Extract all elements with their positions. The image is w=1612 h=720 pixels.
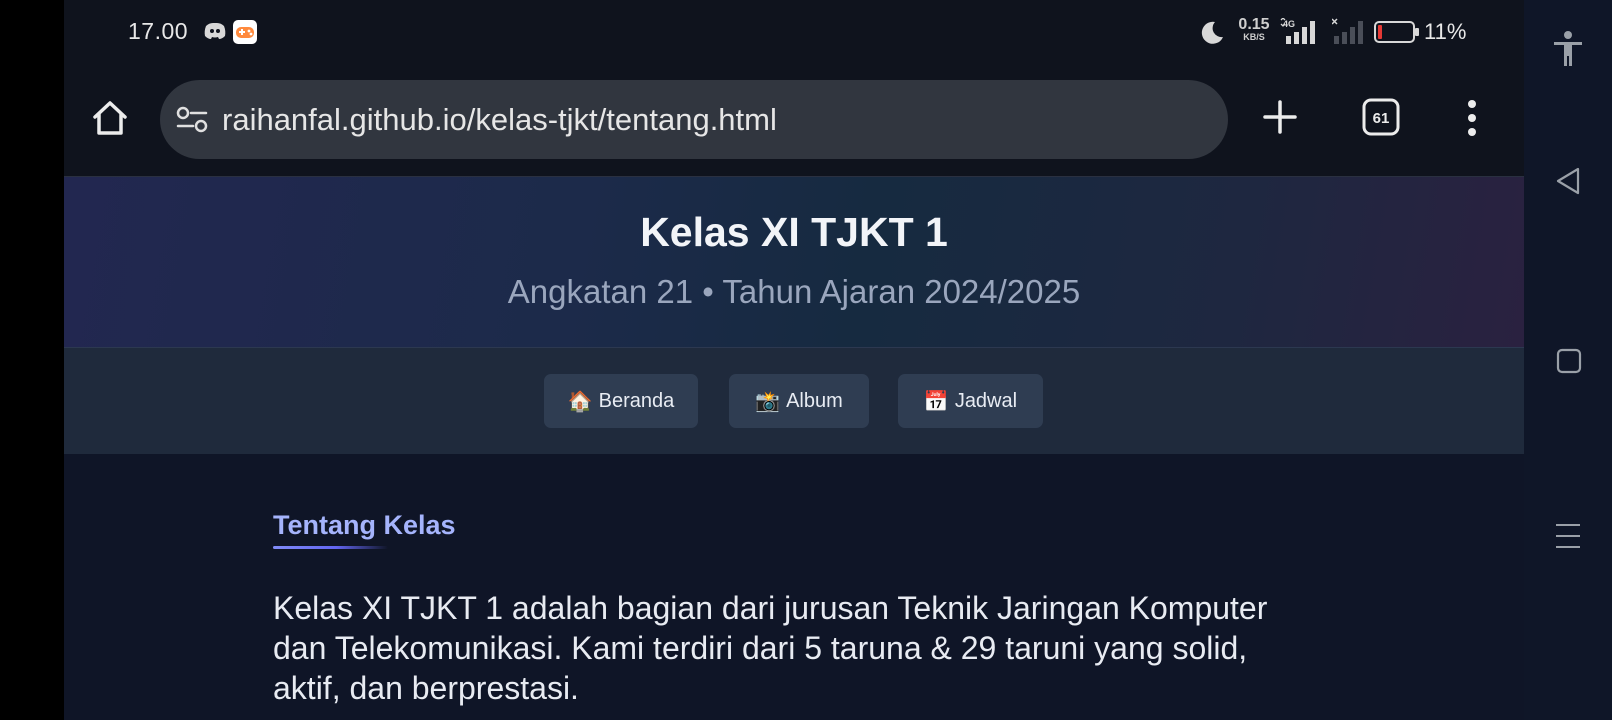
nav-album-button[interactable]: 📸 Album [729, 374, 869, 428]
more-menu-icon[interactable] [1466, 98, 1478, 143]
calendar-emoji-icon: 📅 [923, 390, 949, 413]
signal-4g-icon: 4G [1280, 17, 1324, 51]
recents-icon[interactable] [1556, 348, 1582, 379]
new-tab-icon[interactable] [1262, 99, 1298, 140]
section-title: Tentang Kelas [273, 510, 456, 540]
tab-count: 61 [1373, 110, 1390, 127]
accessibility-icon[interactable] [1552, 30, 1584, 73]
system-navigation-bar [1524, 0, 1612, 720]
status-time: 17.00 [128, 18, 189, 44]
network-speed: 0.15 KB/S [1236, 17, 1272, 42]
page-subtitle: Angkatan 21 • Tahun Ajaran 2024/2025 [507, 273, 1081, 310]
home-icon[interactable] [90, 98, 130, 143]
site-settings-icon[interactable] [176, 106, 208, 139]
signal-no-service-icon [1331, 18, 1368, 51]
menu-icon[interactable] [1554, 522, 1582, 555]
nav-beranda-button[interactable]: 🏠 Beranda [544, 374, 698, 428]
url-text[interactable]: raihanfal.github.io/kelas-tjkt/tentang.h… [222, 102, 777, 138]
nav-album-label: Album [786, 389, 843, 412]
network-speed-value: 0.15 [1238, 16, 1270, 33]
status-bar: 17.00 0.15 KB/S 4G 11% [64, 0, 1524, 66]
main-content: Tentang Kelas Kelas XI TJKT 1 adalah bag… [64, 454, 1524, 720]
game-app-icon [232, 19, 258, 50]
tab-switcher-icon[interactable]: 61 [1362, 98, 1400, 141]
nav-beranda-label: Beranda [598, 389, 675, 412]
section-title-underline [273, 546, 388, 549]
left-black-bezel [0, 0, 64, 720]
address-bar[interactable]: raihanfal.github.io/kelas-tjkt/tentang.h… [160, 80, 1228, 159]
battery-icon [1374, 20, 1420, 49]
page-header: Kelas XI TJKT 1 Angkatan 21 • Tahun Ajar… [64, 177, 1524, 348]
page-title: Kelas XI TJKT 1 [640, 209, 948, 255]
phone-screen: 17.00 0.15 KB/S 4G 11% raihanfal.github.… [64, 0, 1524, 720]
house-emoji-icon: 🏠 [567, 390, 593, 413]
browser-toolbar: raihanfal.github.io/kelas-tjkt/tentang.h… [64, 66, 1524, 177]
nav-jadwal-label: Jadwal [954, 389, 1018, 412]
nav-jadwal-button[interactable]: 📅 Jadwal [898, 374, 1043, 428]
back-icon[interactable] [1554, 166, 1582, 201]
battery-percent: 11% [1424, 19, 1467, 44]
site-nav: 🏠 Beranda 📸 Album 📅 Jadwal [64, 348, 1524, 454]
network-speed-unit: KB/S [1243, 32, 1265, 42]
about-paragraph: Kelas XI TJKT 1 adalah bagian dari jurus… [273, 590, 1268, 706]
discord-icon [203, 21, 227, 46]
camera-emoji-icon: 📸 [755, 390, 781, 413]
moon-icon [1198, 19, 1226, 52]
